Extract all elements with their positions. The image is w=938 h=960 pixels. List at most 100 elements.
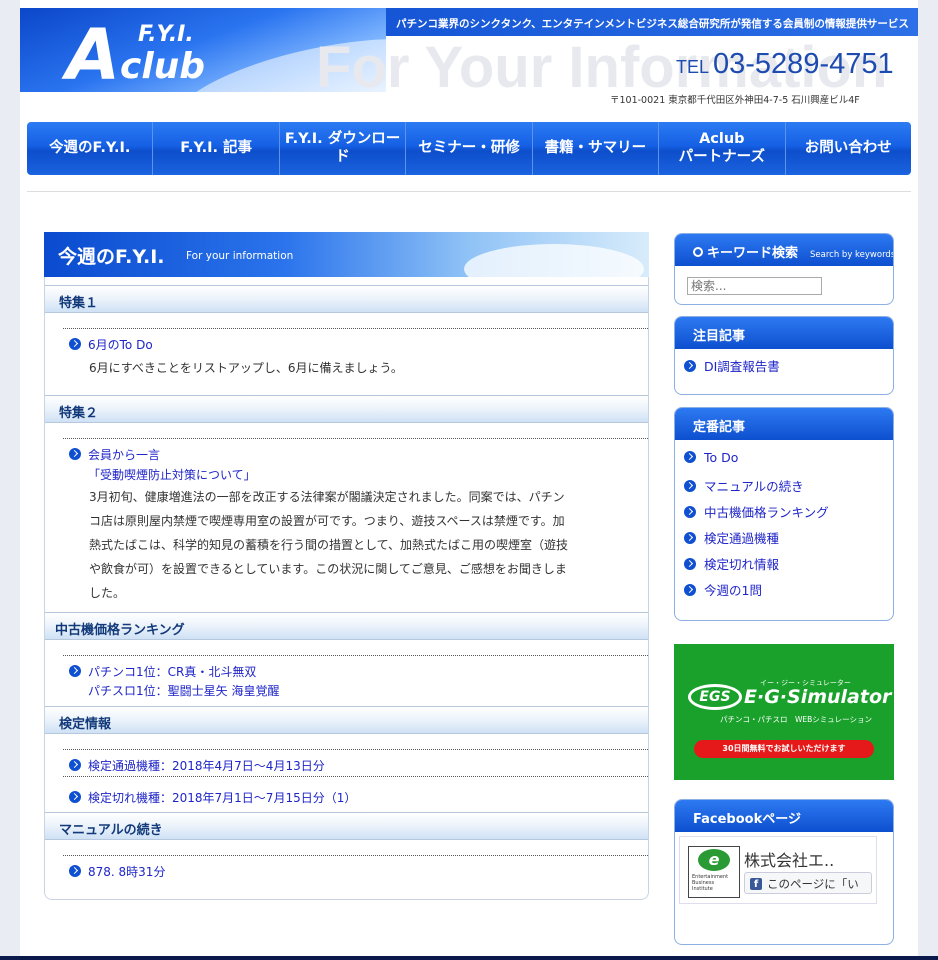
- section-heading: 特集１: [45, 285, 648, 313]
- nav-download[interactable]: F.Y.I. ダウンロード: [280, 122, 407, 175]
- phone-label: TEL: [676, 57, 710, 77]
- item-link[interactable]: パチンコ1位：CR真・北斗無双: [88, 665, 256, 679]
- like-label: このページに「い: [767, 877, 859, 891]
- item-link[interactable]: 検定通過機種：2018年4月7日〜4月13日分: [88, 759, 325, 773]
- company-logo-mark: e: [698, 849, 730, 871]
- main-title-banner: 今週のF.Y.I. For your information: [44, 232, 649, 277]
- facebook-like-button[interactable]: f このページに「い: [744, 872, 872, 894]
- facebook-widget: Facebookページ e Entertainment Business Ins…: [674, 799, 894, 945]
- item-description: 3月初旬、健康増進法の一部を改正する法律案が閣議決定されました。同案では、パチン…: [89, 485, 568, 605]
- page-title: 今週のF.Y.I.: [58, 246, 165, 268]
- dotted-divider: [63, 655, 648, 656]
- nav-partners[interactable]: Aclub パートナーズ: [659, 122, 786, 175]
- list-item[interactable]: パチンコ1位：CR真・北斗無双: [69, 663, 256, 680]
- arrow-circle-icon: [684, 506, 696, 518]
- arrow-circle-icon: [684, 480, 696, 492]
- list-item[interactable]: 会員から一言: [69, 446, 160, 463]
- regular-articles-widget: 定番記事 To Do マニュアルの続き 中古機価格ランキング 検定通過機種 検定…: [674, 407, 894, 621]
- widget-subtitle: Search by keywords: [810, 250, 894, 260]
- main-content: 今週のF.Y.I. For your information 特集１ 6月のTo…: [44, 232, 649, 900]
- arrow-circle-icon: [69, 759, 81, 771]
- nav-divider: [27, 176, 911, 192]
- item-link[interactable]: 878. 8時31分: [88, 865, 165, 879]
- list-item[interactable]: 878. 8時31分: [69, 863, 165, 880]
- widget-header: 定番記事: [675, 408, 893, 440]
- sidebar-item[interactable]: 検定通過機種: [684, 528, 779, 547]
- arrow-circle-icon: [684, 584, 696, 596]
- arrow-circle-icon: [684, 360, 696, 372]
- nav-articles[interactable]: F.Y.I. 記事: [153, 122, 280, 175]
- header-phone: TEL 03-5289-4751: [676, 48, 894, 81]
- item-description: 6月にすべきことをリストアップし、6月に備えましょう。: [89, 361, 403, 375]
- bottom-edge: [0, 956, 938, 960]
- item-link[interactable]: 会員から一言: [88, 448, 160, 462]
- sidebar-link[interactable]: 検定通過機種: [704, 531, 779, 546]
- header-tagline: パチンコ業界のシンクタンク、エンタテインメントビジネス総合研究所が発信する会員制…: [386, 8, 918, 36]
- arrow-circle-icon: [69, 338, 81, 350]
- section-heading: 検定情報: [45, 706, 648, 734]
- dotted-divider: [63, 328, 648, 329]
- page-subtitle: For your information: [186, 250, 294, 262]
- item-link[interactable]: 検定切れ機種：2018年7月1日〜7月15日分（1）: [88, 791, 356, 805]
- section-heading: マニュアルの続き: [45, 812, 648, 840]
- body-line: 熱式たばこは、科学的知見の蓄積を行う間の措置として、加熱式たばこ用の喫煙室（遊技: [89, 538, 569, 552]
- facebook-icon: f: [750, 878, 762, 890]
- facebook-page-name[interactable]: 株式会社エ..: [744, 847, 834, 871]
- sidebar-item[interactable]: DI調査報告書: [684, 356, 780, 375]
- sidebar-link[interactable]: 中古機価格ランキング: [704, 505, 829, 520]
- sidebar-link[interactable]: DI調査報告書: [704, 359, 780, 374]
- company-logo-text: Entertainment Business Institute: [692, 874, 728, 892]
- item-link-line-2[interactable]: パチスロ1位：聖闘士星矢 海皇覚醒: [88, 682, 279, 699]
- sidebar-item[interactable]: 今週の1問: [684, 580, 762, 599]
- search-icon: [693, 247, 703, 257]
- widget-header: 注目記事: [675, 317, 893, 349]
- logo-club: club: [120, 46, 206, 87]
- banner-subtitle: パチンコ・パチスロ WEBシミュレーション: [720, 715, 872, 724]
- arrow-circle-icon: [69, 448, 81, 460]
- list-item[interactable]: 6月のTo Do: [69, 336, 153, 353]
- facebook-page-card[interactable]: e Entertainment Business Institute 株式会社エ…: [679, 836, 877, 904]
- item-link-subtitle[interactable]: パチスロ1位：聖闘士星矢 海皇覚醒: [88, 684, 279, 698]
- featured-articles-widget: 注目記事 DI調査報告書: [674, 316, 894, 395]
- nav-seminar[interactable]: セミナー・研修: [406, 122, 533, 175]
- sidebar-link[interactable]: To Do: [704, 450, 738, 465]
- arrow-circle-icon: [69, 791, 81, 803]
- body-line: コ店は原則屋内禁煙で喫煙専用室の設置が可です。つまり、遊技スペースは禁煙です。加: [89, 514, 565, 528]
- item-link-subtitle[interactable]: 「受動喫煙防止対策について」: [88, 468, 256, 482]
- content-box: 特集１ 6月のTo Do 6月にすべきことをリストアップし、6月に備えましょう。…: [44, 277, 649, 900]
- nav-contact[interactable]: お問い合わせ: [786, 122, 911, 175]
- list-item[interactable]: 検定通過機種：2018年4月7日〜4月13日分: [69, 757, 325, 774]
- arrow-circle-icon: [69, 665, 81, 677]
- sidebar-link[interactable]: 検定切れ情報: [704, 557, 779, 572]
- header-address: 〒101-0021 東京都千代田区外神田4-7-5 石川興産ビル4F: [610, 95, 860, 106]
- banner-title: E·G·Simulator: [744, 686, 892, 708]
- sidebar-link[interactable]: マニュアルの続き: [704, 479, 804, 494]
- sidebar-item[interactable]: マニュアルの続き: [684, 476, 804, 495]
- site-header: A F.Y.I. club パチンコ業界のシンクタンク、エンタテインメントビジネ…: [20, 8, 918, 112]
- sidebar-item[interactable]: 中古機価格ランキング: [684, 502, 829, 521]
- logo-line: Institute: [692, 886, 713, 892]
- search-input[interactable]: [687, 277, 822, 295]
- main-nav: 今週のF.Y.I. F.Y.I. 記事 F.Y.I. ダウンロード セミナー・研…: [27, 122, 911, 175]
- banner-cta-button[interactable]: 30日間無料でお試しいただけます: [694, 740, 874, 758]
- list-item[interactable]: 検定切れ機種：2018年7月1日〜7月15日分（1）: [69, 789, 356, 806]
- logo-letter-a: A: [66, 14, 121, 92]
- company-logo: e Entertainment Business Institute: [688, 846, 740, 898]
- dotted-divider: [63, 749, 648, 750]
- body-line: や飲食が可）を設置できるとしています。この状況に関してご意見、ご感想をお聞きしま: [89, 562, 567, 576]
- sidebar-link[interactable]: 今週の1問: [704, 583, 762, 598]
- arrow-circle-icon: [684, 532, 696, 544]
- logo-fyi: F.Y.I.: [138, 22, 194, 47]
- sidebar-item[interactable]: 検定切れ情報: [684, 554, 779, 573]
- body-line: 3月初旬、健康増進法の一部を改正する法律案が閣議決定されました。同案では、パチン: [89, 490, 565, 504]
- nav-this-week[interactable]: 今週のF.Y.I.: [27, 122, 154, 175]
- dotted-divider: [63, 776, 648, 777]
- sidebar-item[interactable]: To Do: [684, 450, 738, 465]
- eg-simulator-banner[interactable]: EGS イー・ジー・シミュレーター E·G·Simulator パチンコ・パチス…: [674, 644, 894, 780]
- section-heading: 中古機価格ランキング: [45, 612, 648, 640]
- item-link-line-2[interactable]: 「受動喫煙防止対策について」: [88, 466, 256, 483]
- item-link[interactable]: 6月のTo Do: [88, 338, 153, 352]
- widget-title: キーワード検索: [707, 246, 799, 261]
- section-heading: 特集２: [45, 395, 648, 423]
- nav-books[interactable]: 書籍・サマリー: [533, 122, 660, 175]
